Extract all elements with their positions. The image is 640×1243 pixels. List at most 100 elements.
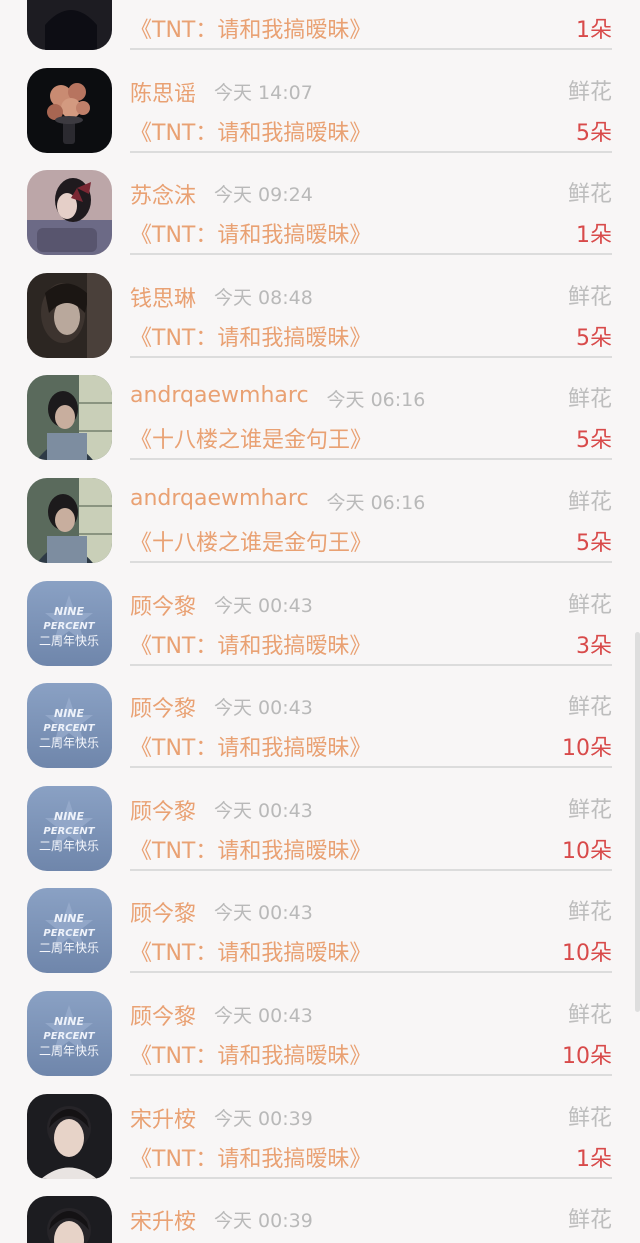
user-name[interactable]: andrqaewmharc [130,383,309,408]
user-name[interactable]: 顾今黎 [130,999,196,1031]
avatar-nine-percent[interactable]: NINE PERCENT 二周年快乐 [27,683,112,769]
avatar-boy-portrait[interactable] [27,1093,112,1179]
work-title[interactable]: 《TNT：请和我搞暧昧》 [130,320,371,352]
list-item[interactable]: andrqaewmharc 今天 06:16 鲜花 《十八楼之谁是金句王》 5朵 [0,478,640,581]
work-title[interactable]: 《TNT：请和我搞暧昧》 [130,1038,371,1070]
svg-text:NINE: NINE [54,810,85,823]
gift-type: 鲜花 [567,695,612,721]
timestamp: 今天 00:43 [214,799,313,822]
user-name[interactable]: 顾今黎 [130,589,196,621]
user-name[interactable]: 宋升桉 [130,1102,196,1134]
list-item[interactable]: NINE PERCENT 二周年快乐 顾今黎 今天 00:43 鲜花《TNT：请和我… [0,888,640,991]
list-item[interactable]: 宋升桉 今天 00:39 鲜花 《TNT：请和我搞暧昧》 1朵 [0,1093,640,1197]
gift-count: 10朵 [562,941,612,967]
svg-text:PERCENT: PERCENT [43,826,95,837]
gift-count: 5朵 [576,428,612,454]
list-item[interactable]: NINE PERCENT 二周年快乐 顾今黎 今天 00:43 鲜花《TNT：请和我… [0,683,640,786]
list-item[interactable]: 钱思琳 今天 08:48 鲜花 《TNT：请和我搞暧昧》 5朵 [0,272,640,376]
avatar-dim-portrait[interactable] [27,272,112,358]
svg-text:NINE: NINE [54,1015,85,1028]
avatar-boy-portrait[interactable] [27,1196,112,1243]
user-name[interactable]: andrqaewmharc [130,486,309,511]
gift-type: 鲜花 [567,284,612,310]
work-title[interactable]: 《TNT：请和我搞暧昧》 [130,730,371,762]
svg-text:PERCENT: PERCENT [43,723,95,734]
work-title[interactable]: 《TNT：请和我搞暧昧》 [130,12,371,44]
avatar-dark-portrait[interactable] [27,0,112,50]
svg-text:NINE: NINE [54,707,85,720]
list-item[interactable]: NINE PERCENT 二周年快乐 顾今黎 今天 00:43 鲜花 《TNT：请和我… [0,785,640,889]
divider [130,150,612,153]
gift-type: 鲜花 [567,900,612,926]
user-name[interactable]: 顾今黎 [130,794,196,826]
list-item[interactable]: NINE PERCENT 二周年快乐 顾今黎 今天 00:43 鲜花《TNT：请和我… [0,580,640,684]
avatar-girl-bow[interactable] [27,170,112,256]
divider [130,48,612,50]
timestamp: 今天 00:43 [214,594,313,617]
list-item[interactable]: NINE PERCENT 二周年快乐 顾今黎 今天 00:43 鲜花 《TNT：请和我… [0,991,640,1094]
list-item[interactable]: 苏念沫 今天 09:24 鲜花 《TNT：请和我搞暧昧》 1朵 [0,170,640,273]
work-title[interactable]: 《TNT：请和我搞暧昧》 [130,115,371,147]
gift-type: 鲜花 [567,1105,612,1131]
gift-count: 10朵 [562,1044,612,1069]
user-name[interactable]: 陈思谣 [130,76,196,108]
avatar-nine-percent[interactable]: NINE PERCENT 二周年快乐 [27,991,112,1076]
gift-count: 10朵 [562,736,612,762]
divider [130,868,612,871]
avatar-flowers[interactable] [27,67,112,153]
avatar-window-boy[interactable] [27,375,112,461]
user-name[interactable]: 宋升桉 [130,1204,196,1236]
avatar-nine-percent[interactable]: NINE PERCENT 二周年快乐 [27,785,112,871]
timestamp: 今天 00:39 [214,1210,313,1233]
svg-text:NINE: NINE [54,912,85,925]
work-title[interactable]: 《十八楼之谁是金句王》 [130,422,372,454]
user-name[interactable]: 顾今黎 [130,691,196,723]
gift-type: 鲜花 [567,592,612,618]
svg-text:二周年快乐: 二周年快乐 [39,736,99,750]
divider [130,253,612,256]
timestamp: 今天 14:07 [214,81,313,104]
timestamp: 今天 00:43 [214,697,313,720]
gift-type: 鲜花 [567,1003,612,1028]
timestamp: 今天 06:16 [326,389,426,412]
list-item[interactable]: 宋升桉 今天 00:39 鲜花 [0,1196,640,1243]
svg-text:PERCENT: PERCENT [43,621,95,632]
gift-record-list: 《TNT：请和我搞暧昧》 1朵 陈思谣 今天 14:07 鲜花 《TNT：请和我搞暧昧》… [0,0,640,1243]
divider [130,971,612,974]
list-item[interactable]: 《TNT：请和我搞暧昧》 1朵 [0,0,640,68]
gift-count: 5朵 [576,120,612,146]
list-item[interactable]: 陈思谣 今天 14:07 鲜花 《TNT：请和我搞暧昧》 5朵 [0,67,640,171]
work-title[interactable]: 《TNT：请和我搞暧昧》 [130,628,371,660]
avatar-nine-percent[interactable]: NINE PERCENT 二周年快乐 [27,580,112,666]
gift-count: 1朵 [576,18,612,43]
timestamp: 今天 08:48 [214,286,313,309]
svg-text:PERCENT: PERCENT [43,928,95,939]
avatar-window-boy[interactable] [27,478,112,563]
gift-count: 10朵 [562,838,612,864]
svg-text:PERCENT: PERCENT [43,1031,95,1042]
svg-text:二周年快乐: 二周年快乐 [39,941,99,955]
divider [130,458,612,461]
svg-text:NINE: NINE [54,605,85,618]
user-name[interactable]: 顾今黎 [130,896,196,928]
user-name[interactable]: 钱思琳 [130,281,196,313]
user-name[interactable]: 苏念沫 [130,178,196,210]
work-title[interactable]: 《TNT：请和我搞暧昧》 [130,833,371,865]
scrollbar[interactable] [635,632,640,1012]
divider [130,561,612,563]
work-title[interactable]: 《TNT：请和我搞暧昧》 [130,1141,371,1173]
divider [130,766,612,769]
work-title[interactable]: 《TNT：请和我搞暧昧》 [130,935,371,967]
work-title[interactable]: 《十八楼之谁是金句王》 [130,525,372,557]
work-title[interactable]: 《TNT：请和我搞暧昧》 [130,217,371,249]
list-item[interactable]: andrqaewmharc 今天 06:16 鲜花 《十八楼之谁是金句王》 5朵 [0,375,640,478]
gift-count: 1朵 [576,1146,612,1172]
avatar-nine-percent[interactable]: NINE PERCENT 二周年快乐 [27,888,112,974]
timestamp: 今天 06:16 [326,492,426,514]
svg-text:二周年快乐: 二周年快乐 [39,1044,99,1058]
divider [130,1176,612,1179]
gift-type: 鲜花 [567,490,612,515]
gift-count: 3朵 [576,633,612,659]
timestamp: 今天 00:43 [214,902,313,925]
gift-type: 鲜花 [567,1208,612,1234]
